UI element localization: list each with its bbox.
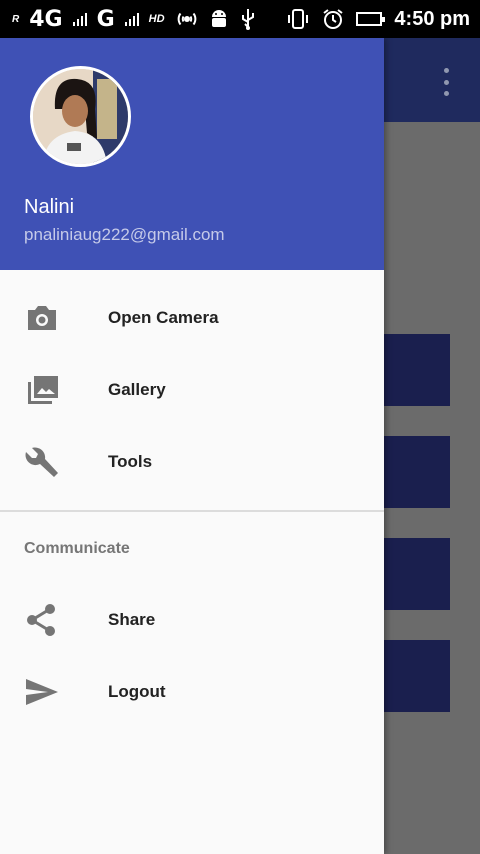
user-email: pnaliniaug222@gmail.com bbox=[24, 225, 225, 244]
network-type-2: G bbox=[96, 6, 115, 32]
hd-voice-indicator: HD bbox=[148, 13, 165, 25]
roaming-indicator: R bbox=[12, 13, 20, 25]
menu-item-tools[interactable]: Tools bbox=[0, 426, 384, 498]
menu-item-open-camera[interactable]: Open Camera bbox=[0, 282, 384, 354]
section-header-communicate: Communicate bbox=[24, 540, 130, 557]
avatar[interactable] bbox=[30, 66, 131, 167]
usb-icon bbox=[241, 9, 254, 30]
gallery-icon bbox=[28, 376, 58, 404]
menu-item-label: Share bbox=[108, 610, 156, 629]
divider bbox=[0, 510, 384, 512]
send-icon bbox=[26, 679, 58, 705]
menu-item-label: Gallery bbox=[108, 380, 166, 399]
hotspot-icon bbox=[177, 12, 196, 26]
menu-item-logout[interactable]: Logout bbox=[0, 656, 384, 728]
android-debug-icon bbox=[211, 10, 226, 27]
status-bar: R 4G G HD 4:50 pm bbox=[0, 0, 480, 38]
menu-item-label: Logout bbox=[108, 682, 166, 701]
menu-item-gallery[interactable]: Gallery bbox=[0, 354, 384, 426]
share-icon bbox=[27, 604, 55, 636]
network-type-1: 4G bbox=[29, 6, 63, 32]
navigation-drawer: Nalini pnaliniaug222@gmail.com Open Came… bbox=[0, 38, 384, 854]
camera-icon bbox=[28, 306, 56, 330]
clock: 4:50 pm bbox=[394, 7, 470, 30]
vibrate-icon bbox=[288, 9, 309, 29]
wrench-icon bbox=[25, 447, 58, 477]
menu-item-label: Tools bbox=[108, 452, 153, 471]
overflow-menu-icon[interactable] bbox=[436, 68, 456, 96]
user-name: Nalini bbox=[24, 196, 75, 218]
menu-item-label: Open Camera bbox=[108, 308, 219, 327]
profile-photo bbox=[33, 69, 128, 164]
drawer-header: Nalini pnaliniaug222@gmail.com bbox=[0, 38, 384, 270]
battery-icon bbox=[356, 12, 386, 26]
signal-bars-2-icon bbox=[124, 12, 139, 26]
alarm-icon bbox=[323, 9, 344, 29]
signal-bars-1-icon bbox=[72, 12, 87, 26]
menu-item-share[interactable]: Share bbox=[0, 584, 384, 656]
